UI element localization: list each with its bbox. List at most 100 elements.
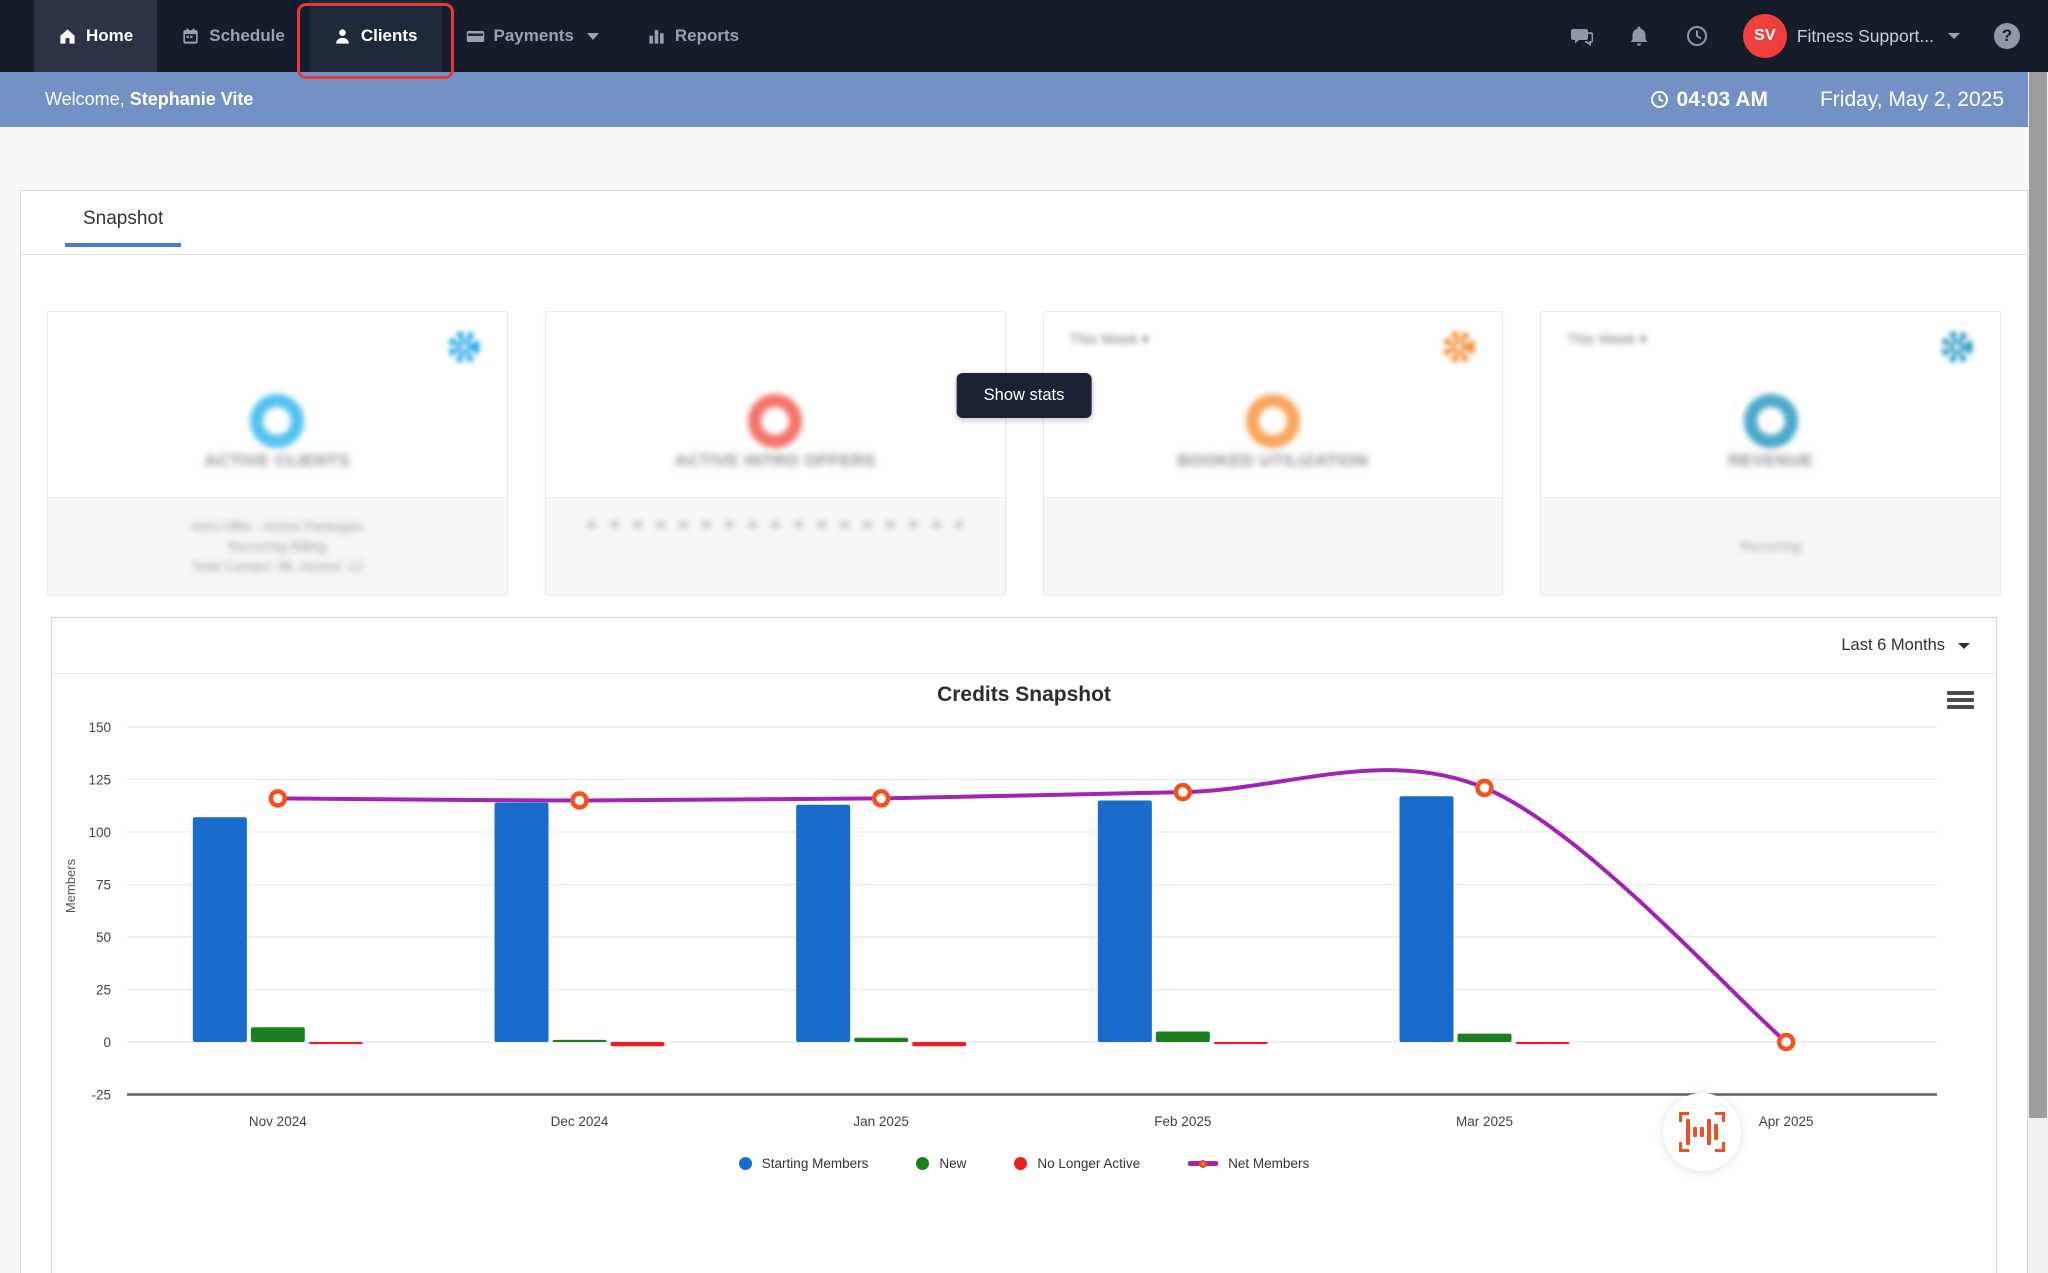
credits-snapshot-chart: -25 0 25 50 75 100 125 150 Members Nov 2024 Dec 20… xyxy=(63,720,1937,1129)
card-booked-utilization: This Week ▾ BOOKED UTILIZATION xyxy=(1042,311,1504,595)
svg-text:Mar 2025: Mar 2025 xyxy=(1456,1114,1513,1129)
nav-item-home[interactable]: Home xyxy=(34,0,158,72)
period-dropdown[interactable]: This Week ▾ xyxy=(1070,332,1150,348)
card-top: ACTIVE CLIENTS xyxy=(48,312,507,497)
gear-icon[interactable] xyxy=(1442,330,1476,364)
legend-label: No Longer Active xyxy=(1037,1156,1141,1171)
booked-utilization-donut-icon xyxy=(1245,394,1300,448)
svg-text:125: 125 xyxy=(88,773,111,788)
card-footer xyxy=(545,497,1005,594)
svg-text:Jan 2025: Jan 2025 xyxy=(853,1114,909,1129)
svg-text:100: 100 xyxy=(88,825,111,840)
account-name: Fitness Support... xyxy=(1796,25,1934,46)
chevron-down-icon xyxy=(586,32,599,40)
legend-label: New xyxy=(939,1156,967,1171)
svg-text:75: 75 xyxy=(96,878,111,893)
active-clients-donut-icon xyxy=(250,394,305,448)
show-stats-button[interactable]: Show stats xyxy=(956,373,1092,418)
tab-snapshot[interactable]: Snapshot xyxy=(65,208,182,247)
welcome-greeting: Welcome, xyxy=(45,89,125,109)
svg-text:50: 50 xyxy=(96,930,111,945)
card-title: BOOKED UTILIZATION xyxy=(1177,451,1369,470)
scrollbar-thumb[interactable] xyxy=(2029,72,2047,1118)
legend-line-marker xyxy=(1188,1159,1219,1168)
avatar[interactable]: SV xyxy=(1742,14,1787,58)
footer-blurred-row xyxy=(587,520,964,528)
date-text: Friday, May 2, 2025 xyxy=(1819,87,2004,111)
card-active-clients: ACTIVE CLIENTS Intro Offer - Active Pack… xyxy=(47,311,508,595)
bar-chart-icon xyxy=(649,29,664,44)
card-footer xyxy=(1043,497,1503,594)
vertical-scrollbar[interactable] xyxy=(2028,72,2048,1273)
clock-icon xyxy=(1650,91,1668,108)
nav-label-payments: Payments xyxy=(493,26,574,45)
revenue-donut-icon xyxy=(1743,394,1798,448)
credits-snapshot-card: Last 6 Months -25 0 25 50 75 100 125 150 Members… xyxy=(51,617,1997,1273)
card-title: ACTIVE CLIENTS xyxy=(204,451,351,470)
gear-icon[interactable] xyxy=(1940,330,1974,364)
svg-text:Feb 2025: Feb 2025 xyxy=(1154,1114,1211,1129)
svg-text:0: 0 xyxy=(103,1035,111,1050)
date-range-label: Last 6 Months xyxy=(1841,636,1945,654)
footer-line: Recurring Billing xyxy=(228,538,327,554)
date-range-dropdown[interactable]: Last 6 Months xyxy=(1841,636,1970,655)
legend-item-new: New xyxy=(916,1156,966,1171)
card-title: REVENUE xyxy=(1728,451,1814,470)
legend-dot xyxy=(738,1157,752,1170)
chart-menu-icon[interactable] xyxy=(1947,691,1974,712)
svg-text:25: 25 xyxy=(96,983,111,998)
welcome-bar: Welcome, Stephanie Vite 04:03 AM Friday,… xyxy=(0,72,2048,127)
nav-label-schedule: Schedule xyxy=(209,26,285,45)
active-intro-offers-donut-icon xyxy=(748,394,803,448)
card-top: ACTIVE INTRO OFFERS xyxy=(546,312,1005,497)
bell-icon[interactable] xyxy=(1627,24,1651,48)
card-top: This Week ▾ BOOKED UTILIZATION xyxy=(1044,312,1503,497)
legend-dot xyxy=(916,1157,930,1170)
legend-item-no-longer-active: No Longer Active xyxy=(1014,1156,1140,1171)
chevron-down-icon xyxy=(1948,33,1960,39)
history-clock-icon[interactable] xyxy=(1685,24,1709,48)
nav-item-reports[interactable]: Reports xyxy=(623,0,763,72)
nav-item-schedule[interactable]: Schedule xyxy=(157,0,309,72)
current-time: 04:03 AM xyxy=(1650,88,1768,112)
home-icon xyxy=(60,28,75,44)
datetime-area: 04:03 AM Friday, May 2, 2025 xyxy=(1650,88,2004,112)
welcome-user-name: Stephanie Vite xyxy=(129,89,254,109)
footer-line: Recurring xyxy=(1740,538,1801,554)
navbar-right: SV Fitness Support... ? xyxy=(1569,0,2048,72)
chevron-down-icon xyxy=(1958,642,1970,649)
person-icon xyxy=(335,28,349,44)
chart-body: -25 0 25 50 75 100 125 150 Members Nov 2024 Dec 20… xyxy=(52,674,1996,1273)
svg-text:Dec 2024: Dec 2024 xyxy=(551,1114,609,1129)
card-footer: Recurring xyxy=(1541,497,2000,594)
nav-label-home: Home xyxy=(86,26,134,45)
legend-dot xyxy=(1014,1157,1028,1170)
snapshot-panel: Snapshot ACTIVE CLIENTS Intro Offer - Ac… xyxy=(20,190,2028,1273)
svg-text:Members: Members xyxy=(63,858,78,913)
main-nav: Home Schedule Clients Payments Reports xyxy=(34,0,763,79)
card-active-intro-offers: ACTIVE INTRO OFFERS xyxy=(544,311,1006,595)
nav-label-reports: Reports xyxy=(674,26,740,45)
calendar-icon xyxy=(183,28,198,44)
legend-label: Net Members xyxy=(1228,1156,1310,1171)
card-revenue: This Week ▾ REVENUE Recurring xyxy=(1540,311,2001,595)
welcome-message: Welcome, Stephanie Vite xyxy=(45,89,253,110)
gear-icon[interactable] xyxy=(447,330,481,364)
card-title: ACTIVE INTRO OFFERS xyxy=(674,451,876,470)
card-footer: Intro Offer - Active Packages Recurring … xyxy=(48,497,507,594)
loading-spinner xyxy=(1663,1093,1741,1171)
svg-text:150: 150 xyxy=(88,720,111,735)
legend-item-starting-members: Starting Members xyxy=(738,1156,868,1171)
help-icon[interactable]: ? xyxy=(1994,23,2020,49)
chat-icon[interactable] xyxy=(1569,24,1593,48)
svg-text:Apr 2025: Apr 2025 xyxy=(1759,1114,1814,1129)
time-text: 04:03 AM xyxy=(1676,87,1768,111)
svg-text:Nov 2024: Nov 2024 xyxy=(249,1114,307,1129)
nav-item-clients[interactable]: Clients xyxy=(296,0,454,79)
period-dropdown[interactable]: This Week ▾ xyxy=(1567,332,1647,348)
credit-card-icon xyxy=(466,30,484,42)
tab-strip: Snapshot xyxy=(21,191,2027,255)
footer-line: Total Contact: 96, Alumni: 12 xyxy=(191,558,364,574)
account-menu[interactable]: SV Fitness Support... xyxy=(1742,14,1960,58)
nav-item-payments[interactable]: Payments xyxy=(442,0,623,72)
